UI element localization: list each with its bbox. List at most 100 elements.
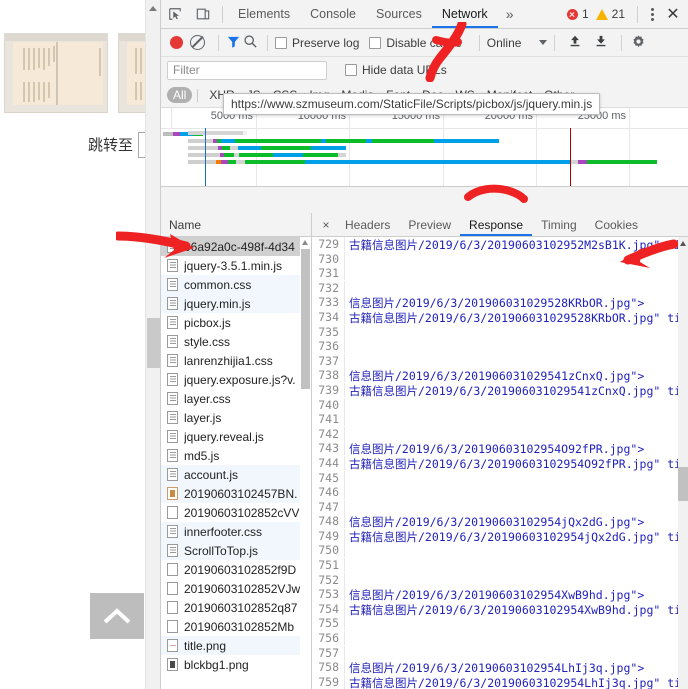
code-line: 744 古籍信息图片/2019/6/3/20190603102954O92fPR.…	[312, 455, 688, 471]
script-icon	[167, 430, 178, 443]
toolbar-divider-4	[554, 34, 556, 51]
request-row-22[interactable]: blckbg1.png	[161, 655, 311, 674]
tab-response[interactable]: Response	[460, 214, 532, 236]
hide-data-urls-checkbox[interactable]: Hide data URLs	[345, 63, 447, 77]
throttling-select[interactable]: Online	[487, 36, 548, 50]
request-row-18[interactable]: 20190603102852VJw	[161, 579, 311, 598]
clear-button[interactable]	[190, 35, 205, 50]
request-name: picbox.js	[184, 315, 231, 330]
overview-tick: 10000 ms	[298, 108, 350, 186]
line-number: 743	[312, 441, 345, 456]
inspect-element-icon[interactable]	[161, 1, 189, 27]
scrollbar-thumb[interactable]	[147, 318, 160, 368]
gear-icon[interactable]	[631, 34, 646, 52]
line-text: 信息图片/2019/6/3/201906031029528KRbOR.jpg">	[349, 296, 645, 311]
disable-cache-box[interactable]	[369, 36, 382, 49]
disable-cache-checkbox[interactable]: Disable cache	[369, 36, 462, 50]
response-body-viewer[interactable]: 729 古籍信息图片/2019/6/3/20190603102952M2sB1K.…	[312, 237, 688, 689]
request-row-17[interactable]: 20190603102852f9D	[161, 560, 311, 579]
tab-console[interactable]: Console	[300, 1, 366, 28]
line-number: 758	[312, 660, 345, 675]
image-blank-icon	[167, 601, 178, 614]
request-row-0[interactable]: 06a92a0c-498f-4d34	[161, 237, 311, 256]
throttling-value: Online	[486, 35, 522, 50]
request-row-16[interactable]: ScrollToTop.js	[161, 541, 311, 560]
column-header-name: Name	[169, 217, 202, 232]
device-toolbar-icon[interactable]	[189, 1, 217, 27]
tab-preview[interactable]: Preview	[399, 214, 460, 236]
record-button[interactable]	[170, 36, 183, 49]
toolbar-divider-3	[478, 34, 480, 51]
request-row-12[interactable]: account.js	[161, 465, 311, 484]
line-text: 古籍信息图片/2019/6/3/20190603102954jQx2dG.jpg…	[349, 529, 682, 544]
import-har-icon[interactable]	[568, 34, 582, 51]
network-overview-timeline[interactable]: 5000 ms 10000 ms 15000 ms 20000 ms 25000…	[161, 108, 688, 187]
request-name: jquery.reveal.js	[184, 429, 264, 444]
script-icon	[167, 297, 178, 310]
page-scrollbar[interactable]	[145, 0, 161, 689]
request-row-21[interactable]: title.png	[161, 636, 311, 655]
request-row-10[interactable]: jquery.reveal.js	[161, 427, 311, 446]
tab-sources[interactable]: Sources	[366, 1, 432, 28]
more-tabs-button[interactable]: »	[498, 6, 522, 22]
code-line: 742	[312, 426, 688, 442]
request-row-11[interactable]: md5.js	[161, 446, 311, 465]
request-list-scrollbar[interactable]	[300, 237, 311, 689]
book-thumbnail-1[interactable]	[4, 33, 108, 113]
tab-elements[interactable]: Elements	[228, 1, 300, 28]
close-detail-icon[interactable]: ×	[316, 214, 336, 236]
kebab-menu-icon[interactable]	[643, 4, 661, 24]
tab-headers[interactable]: Headers	[336, 214, 399, 236]
tab-network[interactable]: Network	[432, 1, 498, 28]
hide-data-urls-box[interactable]	[345, 64, 357, 76]
request-row-6[interactable]: lanrenzhijia1.css	[161, 351, 311, 370]
line-text: 信息图片/2019/6/3/20190603102954LhIj3q.jpg">	[349, 661, 645, 676]
scroll-to-top-button[interactable]	[90, 593, 144, 639]
request-name: jquery-3.5.1.min.js	[184, 258, 283, 273]
request-row-2[interactable]: common.css	[161, 275, 311, 294]
close-icon[interactable]: ✕	[661, 3, 685, 25]
tab-timing[interactable]: Timing	[532, 214, 586, 236]
scrollbar-up-arrow-icon[interactable]	[680, 241, 686, 246]
request-row-5[interactable]: style.css	[161, 332, 311, 351]
request-row-1[interactable]: jquery-3.5.1.min.js	[161, 256, 311, 275]
preserve-log-checkbox[interactable]: Preserve log	[275, 36, 359, 50]
scrollbar-thumb[interactable]	[301, 249, 310, 389]
overview-tick: 20000 ms	[485, 108, 537, 186]
funnel-icon[interactable]	[226, 34, 241, 52]
chevron-down-icon[interactable]	[539, 39, 548, 45]
request-list[interactable]: 06a92a0c-498f-4d34 jquery-3.5.1.min.js c…	[161, 237, 311, 689]
error-count-badge[interactable]: 1	[566, 7, 589, 21]
code-line: 751	[312, 558, 688, 573]
code-line: 741	[312, 412, 688, 427]
request-row-7[interactable]: jquery.exposure.js?v.	[161, 370, 311, 389]
search-icon[interactable]	[243, 34, 258, 52]
detail-tabstrip: × Headers Preview Response Timing Cookie…	[312, 213, 688, 237]
request-list-header[interactable]: Name	[161, 213, 311, 237]
book-spine	[56, 42, 58, 105]
preserve-log-label: Preserve log	[292, 35, 360, 50]
filter-input[interactable]	[167, 60, 327, 80]
request-name: title.png	[184, 638, 227, 653]
request-row-4[interactable]: picbox.js	[161, 313, 311, 332]
warning-count-badge[interactable]: 21	[595, 7, 625, 21]
request-row-15[interactable]: innerfooter.css	[161, 522, 311, 541]
request-name: blckbg1.png	[184, 657, 249, 672]
request-row-8[interactable]: layer.css	[161, 389, 311, 408]
scrollbar-up-arrow-icon[interactable]	[149, 6, 157, 11]
scrollbar-thumb[interactable]	[678, 467, 688, 501]
export-har-icon[interactable]	[594, 34, 608, 51]
tab-cookies[interactable]: Cookies	[586, 214, 647, 236]
request-name: 20190603102457BN.	[184, 486, 298, 501]
request-row-20[interactable]: 20190603102852Mb	[161, 617, 311, 636]
request-row-9[interactable]: layer.js	[161, 408, 311, 427]
request-row-19[interactable]: 20190603102852q87	[161, 598, 311, 617]
request-row-13[interactable]: 20190603102457BN.	[161, 484, 311, 503]
response-scrollbar[interactable]	[678, 237, 688, 689]
preserve-log-box[interactable]	[275, 36, 287, 49]
request-row-14[interactable]: 20190603102852cVV	[161, 503, 311, 522]
request-row-3[interactable]: jquery.min.js	[161, 294, 311, 313]
devtools-tabstrip-right: 1 21 ✕	[566, 3, 688, 25]
type-filter-all[interactable]: All	[167, 87, 193, 103]
scrollbar-up-arrow-icon[interactable]	[302, 240, 308, 245]
